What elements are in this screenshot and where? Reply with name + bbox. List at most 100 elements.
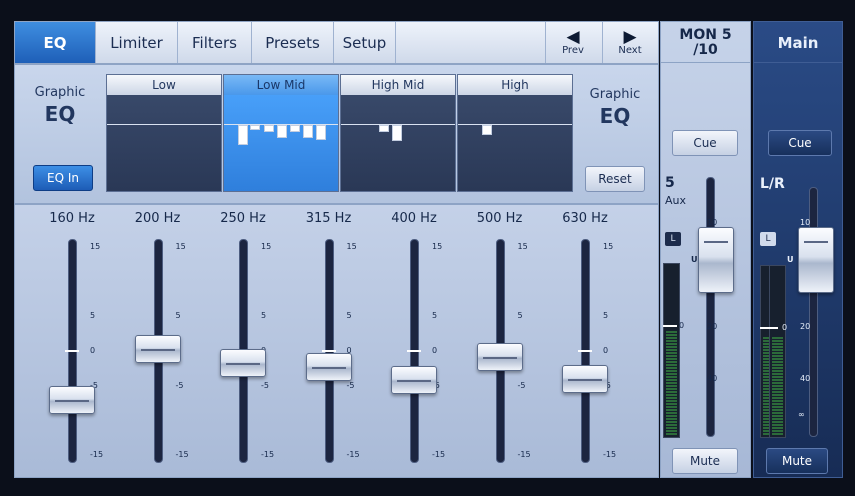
fader-knob[interactable] [476,343,523,372]
fader-scale-label: 5 [175,311,181,321]
triangle-right-icon: ▶ [623,27,637,47]
fader-frequency-label: 630 Hz [562,211,608,226]
main-fader-track[interactable] [809,187,818,437]
tab-presets[interactable]: Presets [252,22,334,63]
mon-level-meter [663,263,680,438]
fader-knob[interactable] [134,334,181,363]
fader-knob[interactable] [391,366,437,395]
fader-frequency-label: 200 Hz [134,211,181,226]
fader-frequency-label: 500 Hz [476,211,523,226]
mon-channel-number: 5 [665,175,675,191]
divider [661,62,750,63]
tab-limiter[interactable]: Limiter [96,22,178,63]
fader-knob[interactable] [49,385,95,414]
eq-level-bar [303,125,313,138]
main-cue-button[interactable]: Cue [768,130,832,156]
unity-flag: U [691,255,698,264]
mon-title-line2: /10 [693,42,718,58]
band-label: High [458,75,572,95]
main-level-meter-right [769,265,786,438]
left-channel-badge: L [760,232,776,246]
graphic-eq-title-left: Graphic EQ [25,85,95,126]
band-low[interactable]: Low [106,74,222,192]
fader-scale-label: 15 [432,242,443,251]
main-fader-knob[interactable] [798,227,834,293]
scale-label: ∞ [707,410,714,419]
fader-scale-label: 0 [432,346,438,355]
fader-scale-label: 5 [517,311,523,321]
zero-line [107,124,221,125]
tab-eq[interactable]: EQ [15,22,96,63]
next-button[interactable]: ▶ Next [602,22,657,63]
fader-frequency-label: 400 Hz [391,211,437,226]
reset-button[interactable]: Reset [585,166,645,192]
graphic-eq-title-line2: EQ [599,104,631,128]
scale-label: ∞ [798,410,805,419]
graphic-eq-title-line1: Graphic [34,85,86,100]
fader-scale-label: -5 [346,380,355,390]
eq-level-bar [290,125,300,132]
mon-fader-knob[interactable] [698,227,734,293]
fader-knob[interactable] [220,348,266,377]
scale-label: 10 [707,218,718,227]
fader-scale-label: 5 [432,311,438,321]
fader-scale-label: -5 [517,380,526,390]
zero-db-mark [65,350,79,352]
fader-knob[interactable] [562,364,608,393]
graphic-eq-panel: Graphic EQ EQ In Low Low Mid High Mid Hi… [14,64,659,204]
meter-zero-mark [760,327,778,329]
main-title: Main [777,34,819,52]
fader-scale-label: 15 [603,242,614,251]
fader-scale-label: 0 [603,346,609,355]
fader-scale-label: 15 [346,242,357,251]
band-low-mid[interactable]: Low Mid [223,74,339,192]
fader-scale-label: -15 [346,450,360,459]
graphic-eq-title-right: Graphic EQ [580,87,650,128]
fader-scale-label: 5 [346,311,352,321]
fader-knob[interactable] [305,352,352,381]
scale-label: 10 [800,218,811,227]
graphic-eq-title-line1: Graphic [589,87,641,102]
band-high-mid[interactable]: High Mid [340,74,456,192]
mon-fader-track[interactable] [706,177,715,437]
fader-frequency-label: 315 Hz [305,211,352,226]
fader-scale-label: -5 [175,380,184,390]
mon-mute-button[interactable]: Mute [672,448,738,474]
fader-frequency-label: 160 Hz [49,211,95,226]
fader-scale-label: -15 [603,450,617,459]
tab-setup[interactable]: Setup [334,22,396,63]
fader-scale-label: 15 [517,242,528,251]
main-mute-button[interactable]: Mute [766,448,828,474]
prev-button[interactable]: ◀ Prev [545,22,600,63]
scale-label: 20 [707,322,718,331]
eq-in-button[interactable]: EQ In [33,165,93,191]
next-label: Next [618,45,642,56]
eq-band-selector: Low Low Mid High Mid High [106,74,573,192]
mon-title: MON 5 /10 [661,28,750,58]
tab-bar: EQ Limiter Filters Presets Setup ◀ Prev … [14,21,659,64]
eq-level-bar [250,125,260,130]
eq-level-bar [264,125,274,132]
meter-zero-label: 0 [782,323,788,332]
eq-level-bar [482,125,492,135]
eq-level-bar [316,125,326,140]
main-strip: Main Cue L/R L 0 10 20 40 ∞ U Mute [753,21,843,478]
mon-channel-name: Aux [665,194,687,207]
meter-zero-label: 0 [679,321,685,330]
zero-db-mark [578,350,592,352]
prev-label: Prev [562,45,584,56]
scale-label: 40 [707,374,718,383]
band-label: Low Mid [224,75,338,95]
meter-zero-mark [663,325,677,327]
mon-title-line1: MON 5 [679,27,732,43]
mon-cue-button[interactable]: Cue [672,130,738,156]
eq-level-bar [379,125,389,132]
mon-strip: MON 5 /10 Cue 5 Aux L 0 10 20 40 ∞ U Mut… [660,21,751,478]
tab-filters[interactable]: Filters [178,22,252,63]
fader-scale-label: -15 [432,450,446,459]
fader-scale-label: -15 [175,450,189,459]
eq-level-bar [277,125,287,138]
meter-fill [666,331,677,435]
fader-scale-label: -15 [90,450,104,459]
band-high[interactable]: High [457,74,573,192]
